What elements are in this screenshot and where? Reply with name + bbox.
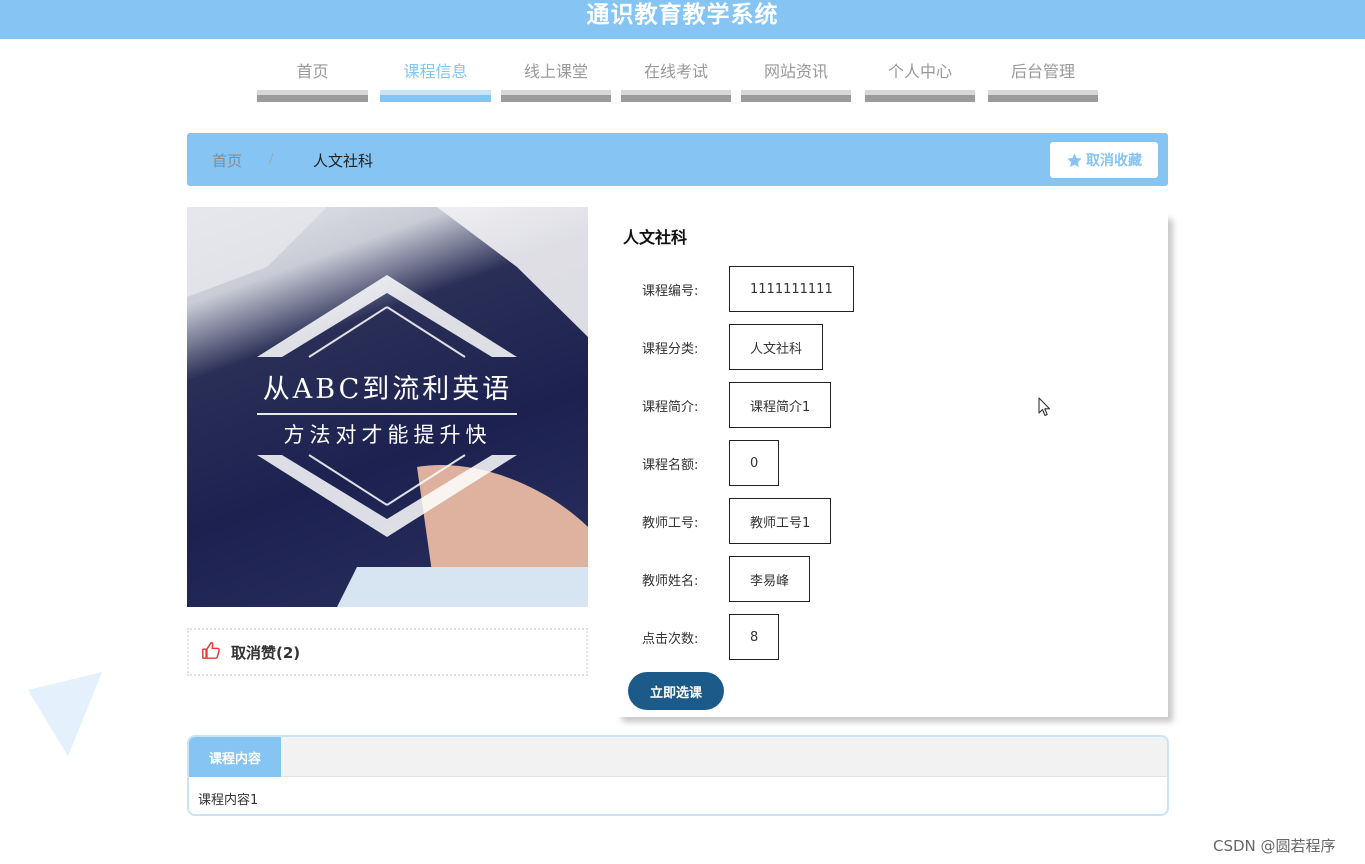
top-header: 通识教育教学系统 [0,0,1365,39]
nav-item-online-exam[interactable]: 在线考试 [621,60,731,102]
system-title: 通识教育教学系统 [586,2,779,28]
unfavorite-button[interactable]: 取消收藏 [1050,142,1158,178]
field-label: 课程编号: [642,283,699,299]
nav-item-label: 课程信息 [403,62,468,81]
course-info-card: 人文社科 课程编号: 1111111111 课程分类: 人文社科 课程简介: 课… [617,214,1168,717]
nav-item-personal-center[interactable]: 个人中心 [865,60,975,102]
unfavorite-label: 取消收藏 [1086,153,1142,169]
field-click-count: 点击次数: 8 [642,614,780,660]
course-content-text: 课程内容1 [198,793,259,808]
nav-item-online-class[interactable]: 线上课堂 [501,60,611,102]
field-value: 课程简介1 [729,382,832,428]
field-value: 人文社科 [729,324,824,370]
field-value: 1111111111 [729,266,854,312]
nav-item-bar [988,90,1098,102]
nav-item-bar [501,90,611,102]
cover-headline: 从ABC到流利英语 [262,374,513,405]
breadcrumb: 首页 / 人文社科 取消收藏 [187,133,1168,186]
field-value: 教师工号1 [729,498,832,544]
mouse-cursor-icon [1038,397,1052,421]
nav-item-label: 在线考试 [643,62,708,81]
breadcrumb-current: 人文社科 [313,152,374,170]
field-label: 点击次数: [642,631,699,647]
field-label: 课程名额: [642,457,699,473]
field-value: 8 [729,614,780,660]
nav-item-label: 后台管理 [1010,62,1075,81]
nav-item-bar [380,90,491,102]
field-value: 李易峰 [729,556,811,602]
main-nav: 首页 课程信息 线上课堂 在线考试 网站资讯 个人中心 后台管理 [0,60,1365,102]
field-course-quota: 课程名额: 0 [642,440,780,486]
field-label: 教师工号: [642,515,699,531]
nav-item-label: 首页 [296,62,329,81]
field-course-intro: 课程简介: 课程简介1 [642,382,832,428]
course-title: 人文社科 [623,228,688,247]
nav-item-label: 网站资讯 [763,62,828,81]
decorative-triangle-icon [28,672,103,761]
star-icon [1066,152,1083,169]
field-course-category: 课程分类: 人文社科 [642,324,824,370]
cover-subline: 方法对才能提升快 [283,423,492,447]
field-label: 课程简介: [642,399,699,415]
field-label: 课程分类: [642,341,699,357]
field-teacher-name: 教师姓名: 李易峰 [642,556,811,602]
content-tab-strip: 课程内容 [189,737,1167,777]
field-label: 教师姓名: [642,573,699,589]
nav-item-label: 个人中心 [887,62,952,81]
nav-item-bar [741,90,851,102]
nav-item-bar [621,90,731,102]
nav-item-home[interactable]: 首页 [257,60,368,102]
unlike-label: 取消赞(2) [231,643,301,662]
course-cover-image: 从ABC到流利英语 方法对才能提升快 [187,207,588,607]
thumbs-up-icon [201,641,221,663]
tab-course-content[interactable]: 课程内容 [189,737,281,777]
course-content-panel: 课程内容 课程内容1 [187,735,1169,816]
field-course-id: 课程编号: 1111111111 [642,266,854,312]
breadcrumb-separator: / [269,152,274,167]
unlike-button[interactable]: 取消赞(2) [187,628,588,676]
watermark: CSDN @圆若程序 [1213,837,1336,855]
breadcrumb-home-link[interactable]: 首页 [212,150,242,171]
field-teacher-id: 教师工号: 教师工号1 [642,498,832,544]
select-course-button[interactable]: 立即选课 [628,672,724,710]
nav-item-course-info[interactable]: 课程信息 [380,60,491,102]
nav-item-bar [257,90,368,102]
nav-item-label: 线上课堂 [523,62,588,81]
nav-item-news[interactable]: 网站资讯 [741,60,851,102]
field-value: 0 [729,440,780,486]
nav-item-admin[interactable]: 后台管理 [988,60,1098,102]
nav-item-bar [865,90,975,102]
